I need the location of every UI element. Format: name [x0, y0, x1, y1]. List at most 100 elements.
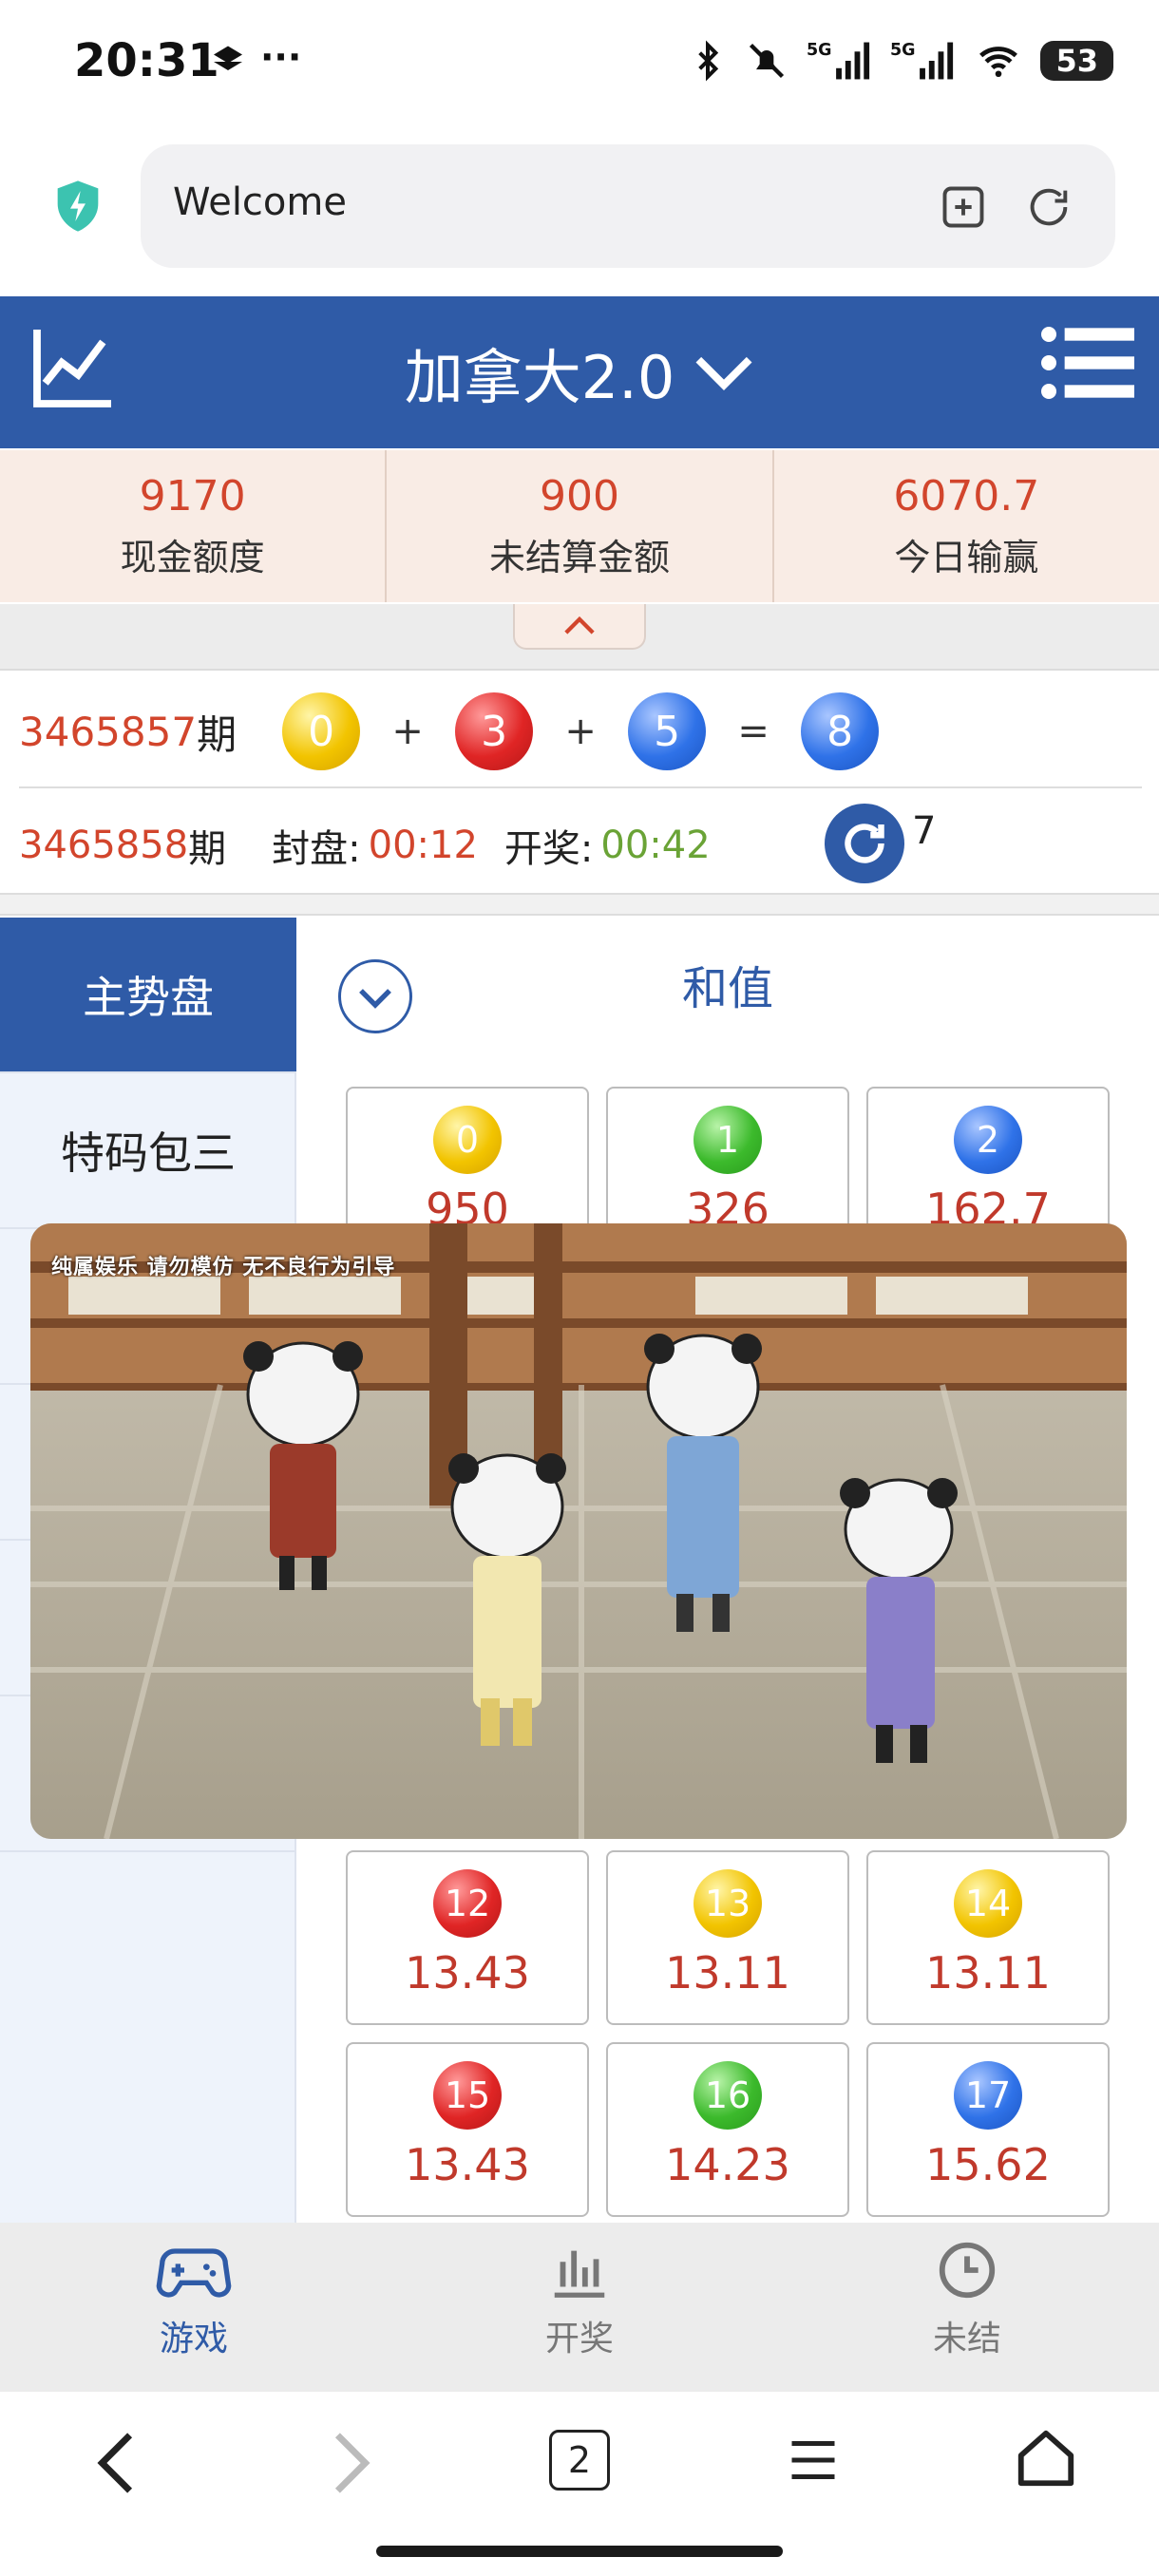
number-ball: 14 — [954, 1869, 1022, 1938]
signal-5g-icon-2: 5G — [890, 41, 954, 80]
close-label: 封盘: — [272, 827, 361, 871]
plus-sign: + — [564, 710, 597, 753]
odds-value: 13.11 — [925, 1947, 1051, 1998]
nav-item-special[interactable]: 特码包三 — [0, 1073, 296, 1229]
game-title: 加拿大2.0 — [404, 343, 675, 412]
odds-value: 13.43 — [405, 1947, 530, 1998]
refresh-icon — [845, 824, 884, 863]
video-watermark: 纯属娱乐 请勿模仿 无不良行为引导 — [51, 1256, 396, 1279]
summary-value: 9170 — [139, 472, 246, 521]
number-ball: 1 — [694, 1106, 762, 1174]
summary-label: 未结算金额 — [488, 537, 670, 578]
odds-value: 14.23 — [665, 2139, 790, 2190]
menu-icon[interactable] — [1039, 325, 1134, 405]
summary-cash: 9170 现金额度 — [0, 450, 388, 602]
number-ball: 0 — [433, 1106, 502, 1174]
number-ball: 2 — [954, 1106, 1022, 1174]
odds-value: 13.11 — [665, 1947, 790, 1998]
period-number: 3465858 — [19, 824, 189, 867]
close-countdown: 00:12 — [368, 824, 478, 867]
forward-icon[interactable] — [325, 2430, 378, 2500]
floating-video-player[interactable]: 纯属娱乐 请勿模仿 无不良行为引导 — [30, 1223, 1127, 1839]
open-label: 开奖: — [504, 827, 594, 871]
chevron-down-icon — [359, 989, 391, 1009]
odds-value: 15.62 — [925, 2139, 1051, 2190]
open-countdown: 00:42 — [600, 824, 711, 867]
mute-icon — [750, 43, 785, 79]
number-ball: 16 — [694, 2061, 762, 2130]
number-ball: 13 — [694, 1869, 762, 1938]
wifi-icon — [979, 47, 1018, 78]
divider — [19, 786, 1142, 788]
battery-icon: 53 — [1040, 41, 1113, 81]
status-icons: 5G 5G 53 — [689, 38, 1113, 84]
chevron-down-icon — [695, 356, 752, 390]
browser-menu-icon[interactable] — [785, 2432, 842, 2492]
reload-icon[interactable] — [1024, 182, 1074, 232]
summary-value: 900 — [540, 472, 619, 521]
odds-cell[interactable]: 17 15.62 — [866, 2042, 1110, 2217]
clock-icon — [939, 2242, 996, 2299]
plus-sign: + — [391, 710, 424, 753]
chevron-up-icon — [564, 616, 595, 635]
svg-text:5G: 5G — [890, 41, 916, 60]
bluetooth-icon — [698, 40, 719, 82]
tabs-button[interactable]: 2 — [549, 2430, 610, 2491]
tab-label: 游戏 — [159, 2320, 228, 2358]
number-ball: 17 — [954, 2061, 1022, 2130]
video-frame — [30, 1223, 1127, 1839]
add-bookmark-icon[interactable] — [939, 182, 988, 232]
sum-ball: 8 — [801, 692, 880, 770]
gamepad-icon — [156, 2248, 232, 2298]
layers-icon — [211, 42, 245, 80]
more-notifications-icon: ··· — [260, 36, 302, 78]
refresh-button[interactable] — [825, 804, 904, 883]
summary-label: 今日输赢 — [894, 537, 1039, 578]
number-ball: 12 — [433, 1869, 502, 1938]
period-suffix: 期 — [197, 710, 238, 758]
summary-label: 现金额度 — [120, 537, 265, 578]
result-ball: 0 — [282, 692, 361, 770]
refresh-count: 7 — [912, 809, 937, 853]
nav-item-main[interactable]: 主势盘 — [0, 918, 296, 1073]
summary-unsettled: 900 未结算金额 — [387, 450, 774, 602]
nav-label: 特码包三 — [61, 1127, 236, 1179]
result-ball: 5 — [628, 692, 707, 770]
collapse-button[interactable] — [513, 604, 646, 650]
back-icon[interactable] — [89, 2430, 142, 2500]
number-ball: 15 — [433, 2061, 502, 2130]
signal-5g-icon: 5G — [807, 41, 870, 80]
period-number: 3465857 — [19, 708, 198, 755]
section-title: 和值 — [681, 962, 773, 1015]
tab-game[interactable]: 游戏 — [70, 2237, 317, 2379]
tab-label: 未结 — [932, 2320, 1001, 2358]
tab-label: 开奖 — [544, 2320, 614, 2358]
game-selector[interactable]: 加拿大2.0 — [0, 296, 1159, 448]
nav-label: 主势盘 — [83, 972, 214, 1023]
account-summary: 9170 现金额度 900 未结算金额 6070.7 今日输赢 — [0, 450, 1159, 602]
shield-icon[interactable] — [48, 176, 108, 237]
odds-cell[interactable]: 12 13.43 — [346, 1850, 589, 2025]
summary-today: 6070.7 今日输赢 — [774, 450, 1159, 602]
bar-chart-icon — [554, 2250, 605, 2298]
equals-sign: = — [737, 710, 770, 753]
section-separator — [0, 893, 1159, 916]
odds-cell[interactable]: 14 13.11 — [866, 1850, 1110, 2025]
home-indicator[interactable] — [376, 2546, 783, 2557]
expand-button[interactable] — [338, 959, 412, 1033]
svg-text:5G: 5G — [807, 41, 832, 60]
result-ball: 3 — [455, 692, 534, 770]
period-suffix: 期 — [188, 827, 227, 871]
odds-cell[interactable]: 16 14.23 — [606, 2042, 849, 2217]
last-draw-row: 3465857 期 0 + 3 + 5 = 8 — [19, 692, 880, 770]
odds-value: 13.43 — [405, 2139, 530, 2190]
summary-value: 6070.7 — [893, 472, 1040, 521]
odds-cell[interactable]: 15 13.43 — [346, 2042, 589, 2217]
tab-unsettled[interactable]: 未结 — [844, 2237, 1091, 2379]
next-draw-row: 3465858 期 封盘: 00:12 开奖: 00:42 — [19, 807, 711, 883]
tab-results[interactable]: 开奖 — [456, 2237, 703, 2379]
odds-cell[interactable]: 13 13.11 — [606, 1850, 849, 2025]
home-icon[interactable] — [1013, 2424, 1079, 2496]
status-time: 20:31 — [74, 34, 219, 87]
url-text[interactable]: Welcome — [173, 180, 347, 224]
